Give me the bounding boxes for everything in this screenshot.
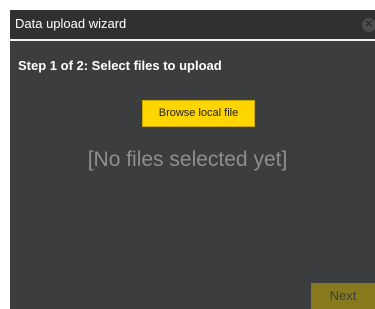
next-button[interactable]: Next bbox=[311, 283, 375, 309]
upload-wizard-dialog: Data upload wizard ✕ Step 1 of 2: Select… bbox=[10, 10, 375, 309]
no-files-message: [No files selected yet] bbox=[87, 148, 288, 171]
step-title: Step 1 of 2: Select files to upload bbox=[18, 58, 222, 73]
close-icon[interactable]: ✕ bbox=[362, 18, 375, 32]
dialog-titlebar: Data upload wizard ✕ bbox=[10, 10, 375, 41]
dialog-title: Data upload wizard bbox=[15, 16, 127, 31]
browse-local-file-button[interactable]: Browse local file bbox=[142, 100, 255, 127]
